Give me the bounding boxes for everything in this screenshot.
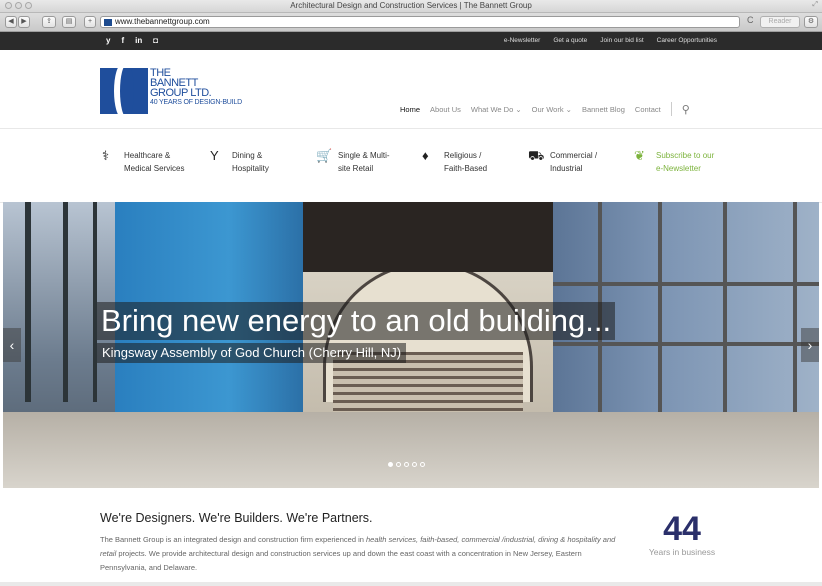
- nav-our-work[interactable]: Our Work ⌄: [532, 105, 572, 114]
- slide-dot[interactable]: [420, 462, 425, 467]
- site-favicon-icon: [104, 19, 112, 26]
- years-label: Years in business: [648, 547, 716, 557]
- back-button[interactable]: ◀: [5, 16, 17, 28]
- hero-photo-floor: [3, 412, 819, 488]
- years-value: 44: [663, 510, 701, 548]
- settings-button[interactable]: ⚙: [804, 16, 818, 28]
- address-bar[interactable]: www.thebannettgroup.com: [100, 16, 740, 28]
- utility-links: e-Newsletter Get a quote Join our bid li…: [504, 32, 717, 50]
- leaf-icon: ❦: [634, 148, 645, 163]
- reload-icon[interactable]: C: [747, 15, 754, 25]
- utility-bar: y f in ◘ e-Newsletter Get a quote Join o…: [0, 32, 822, 50]
- nav-contact[interactable]: Contact: [635, 105, 661, 114]
- page-bottom-edge: [0, 582, 822, 586]
- intro-heading: We're Designers. We're Builders. We're P…: [100, 511, 373, 525]
- newsletter-link[interactable]: e-Newsletter: [504, 32, 540, 50]
- subscribe-newsletter-link[interactable]: ❦ Subscribe to our e-Newsletter: [634, 149, 714, 175]
- logo-mark: [100, 68, 148, 114]
- hero-headline: Bring new energy to an old building...: [97, 302, 616, 340]
- slide-dot[interactable]: [404, 462, 409, 467]
- bookmarks-button[interactable]: ▤: [62, 16, 76, 28]
- web-page: y f in ◘ e-Newsletter Get a quote Join o…: [0, 32, 822, 586]
- careers-link[interactable]: Career Opportunities: [657, 32, 717, 50]
- linkedin-icon[interactable]: in: [135, 32, 142, 50]
- hero-slider: Bring new energy to an old building... K…: [3, 202, 819, 488]
- nav-what-we-do[interactable]: What We Do ⌄: [471, 105, 522, 114]
- site-logo[interactable]: THE BANNETT GROUP LTD. 40 YEARS OF DESIG…: [100, 68, 250, 114]
- intro-paragraph: The Bannett Group is an integrated desig…: [100, 535, 616, 572]
- browser-toolbar: ◀ ▶ ⇪ ▤ + www.thebannettgroup.com C Read…: [0, 13, 822, 32]
- next-slide-button[interactable]: ›: [801, 328, 819, 362]
- nav-divider: [670, 102, 672, 116]
- candle-icon: ♦: [422, 148, 429, 163]
- category-religious[interactable]: ♦ Religious / Faith-Based: [422, 149, 487, 175]
- new-tab-button[interactable]: +: [84, 16, 96, 28]
- browser-window: Architectural Design and Construction Se…: [0, 0, 822, 586]
- slide-dot[interactable]: [388, 462, 393, 467]
- twitter-icon[interactable]: y: [106, 32, 110, 50]
- bid-list-link[interactable]: Join our bid list: [600, 32, 643, 50]
- slide-dot[interactable]: [396, 462, 401, 467]
- doctor-icon: ⚕: [102, 148, 110, 163]
- shopping-cart-icon: 🛒: [316, 148, 333, 163]
- main-nav: Home About Us What We Do ⌄ Our Work ⌄ Ba…: [400, 102, 690, 116]
- nav-home[interactable]: Home: [400, 105, 420, 114]
- facebook-icon[interactable]: f: [121, 32, 124, 50]
- fullscreen-icon[interactable]: ⤢: [812, 1, 818, 9]
- category-healthcare[interactable]: ⚕ Healthcare & Medical Services: [102, 149, 184, 175]
- category-retail[interactable]: 🛒 Single & Multi-site Retail: [316, 149, 390, 175]
- url-text: www.thebannettgroup.com: [115, 17, 210, 26]
- social-links: y f in ◘: [106, 32, 158, 50]
- category-commercial[interactable]: ⛟ Commercial / Industrial: [528, 149, 597, 175]
- cocktail-icon: Y: [210, 148, 219, 163]
- prev-slide-button[interactable]: ‹: [3, 328, 21, 362]
- logo-text: THE BANNETT GROUP LTD. 40 YEARS OF DESIG…: [150, 67, 242, 107]
- search-icon[interactable]: ⚲: [682, 103, 690, 116]
- nav-blog[interactable]: Bannett Blog: [582, 105, 625, 114]
- hero-subtitle: Kingsway Assembly of God Church (Cherry …: [97, 343, 407, 363]
- category-bar: ⚕ Healthcare & Medical Services Y Dining …: [0, 129, 822, 203]
- share-button[interactable]: ⇪: [42, 16, 56, 28]
- nav-about-us[interactable]: About Us: [430, 105, 461, 114]
- slide-pagination: [388, 462, 425, 467]
- reader-button[interactable]: Reader: [760, 16, 800, 28]
- quote-link[interactable]: Get a quote: [553, 32, 587, 50]
- years-counter: 44 Years in business: [642, 511, 722, 557]
- slide-dot[interactable]: [412, 462, 417, 467]
- intro-section: We're Designers. We're Builders. We're P…: [0, 489, 822, 586]
- title-bar: Architectural Design and Construction Se…: [0, 0, 822, 13]
- hero-caption: Bring new energy to an old building... K…: [97, 302, 616, 363]
- window-title: Architectural Design and Construction Se…: [290, 1, 532, 10]
- instagram-icon[interactable]: ◘: [153, 32, 158, 50]
- site-header: THE BANNETT GROUP LTD. 40 YEARS OF DESIG…: [0, 50, 822, 129]
- forward-button[interactable]: ▶: [18, 16, 30, 28]
- truck-icon: ⛟: [528, 148, 545, 163]
- category-dining[interactable]: Y Dining & Hospitality: [210, 149, 269, 175]
